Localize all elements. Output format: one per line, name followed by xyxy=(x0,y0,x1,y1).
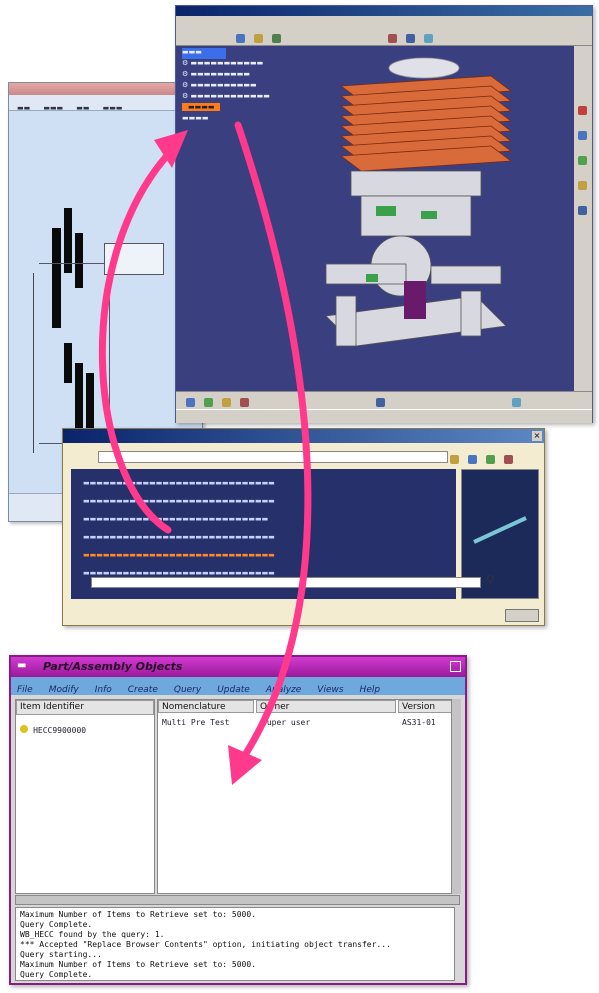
arrow-catia-to-part xyxy=(234,121,312,759)
transfer-arrows xyxy=(99,121,312,785)
arrow-search-to-catia xyxy=(99,146,176,534)
